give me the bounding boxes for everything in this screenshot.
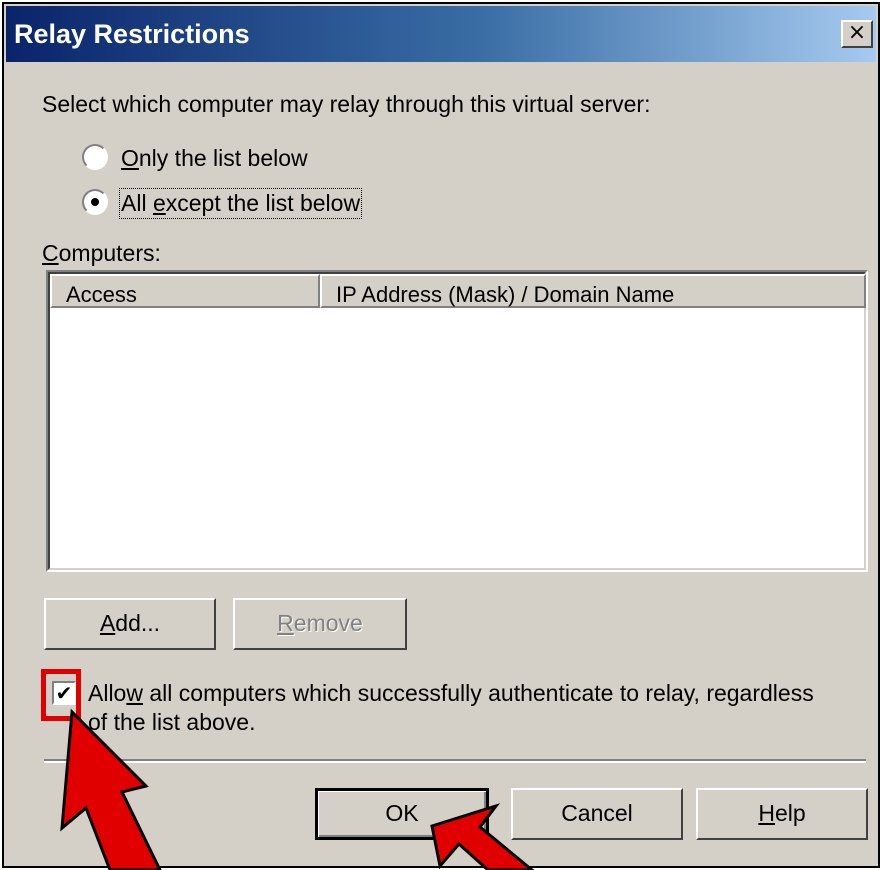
arrow-to-ok-button: [430, 803, 535, 870]
annotation-arrows: [60, 708, 535, 870]
arrow-to-checkbox: [60, 708, 162, 870]
